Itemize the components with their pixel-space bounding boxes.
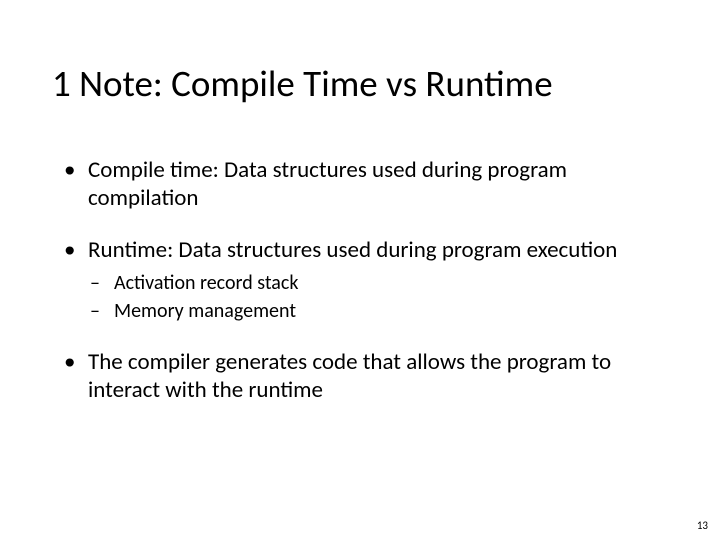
slide-title: 1 Note: Compile Time vs Runtime [52, 64, 668, 105]
sub-bullet-list: Activation record stack Memory managemen… [88, 270, 660, 324]
list-item: Runtime: Data structures used during pro… [60, 236, 660, 324]
bullet-text: The compiler generates code that allows … [88, 348, 611, 404]
sub-bullet-text: Memory management [114, 299, 296, 323]
bullet-text: Compile time: Data structures used durin… [88, 156, 567, 212]
list-item: Compile time: Data structures used durin… [60, 156, 660, 212]
bullet-list: Compile time: Data structures used durin… [60, 156, 660, 404]
list-item: Memory management [88, 298, 660, 324]
sub-bullet-text: Activation record stack [114, 271, 298, 295]
bullet-text: Runtime: Data structures used during pro… [88, 236, 617, 264]
list-item: Activation record stack [88, 270, 660, 296]
slide-body: Compile time: Data structures used durin… [60, 156, 660, 428]
slide: 1 Note: Compile Time vs Runtime Compile … [0, 0, 720, 540]
list-item: The compiler generates code that allows … [60, 348, 660, 404]
page-number: 13 [697, 519, 708, 532]
